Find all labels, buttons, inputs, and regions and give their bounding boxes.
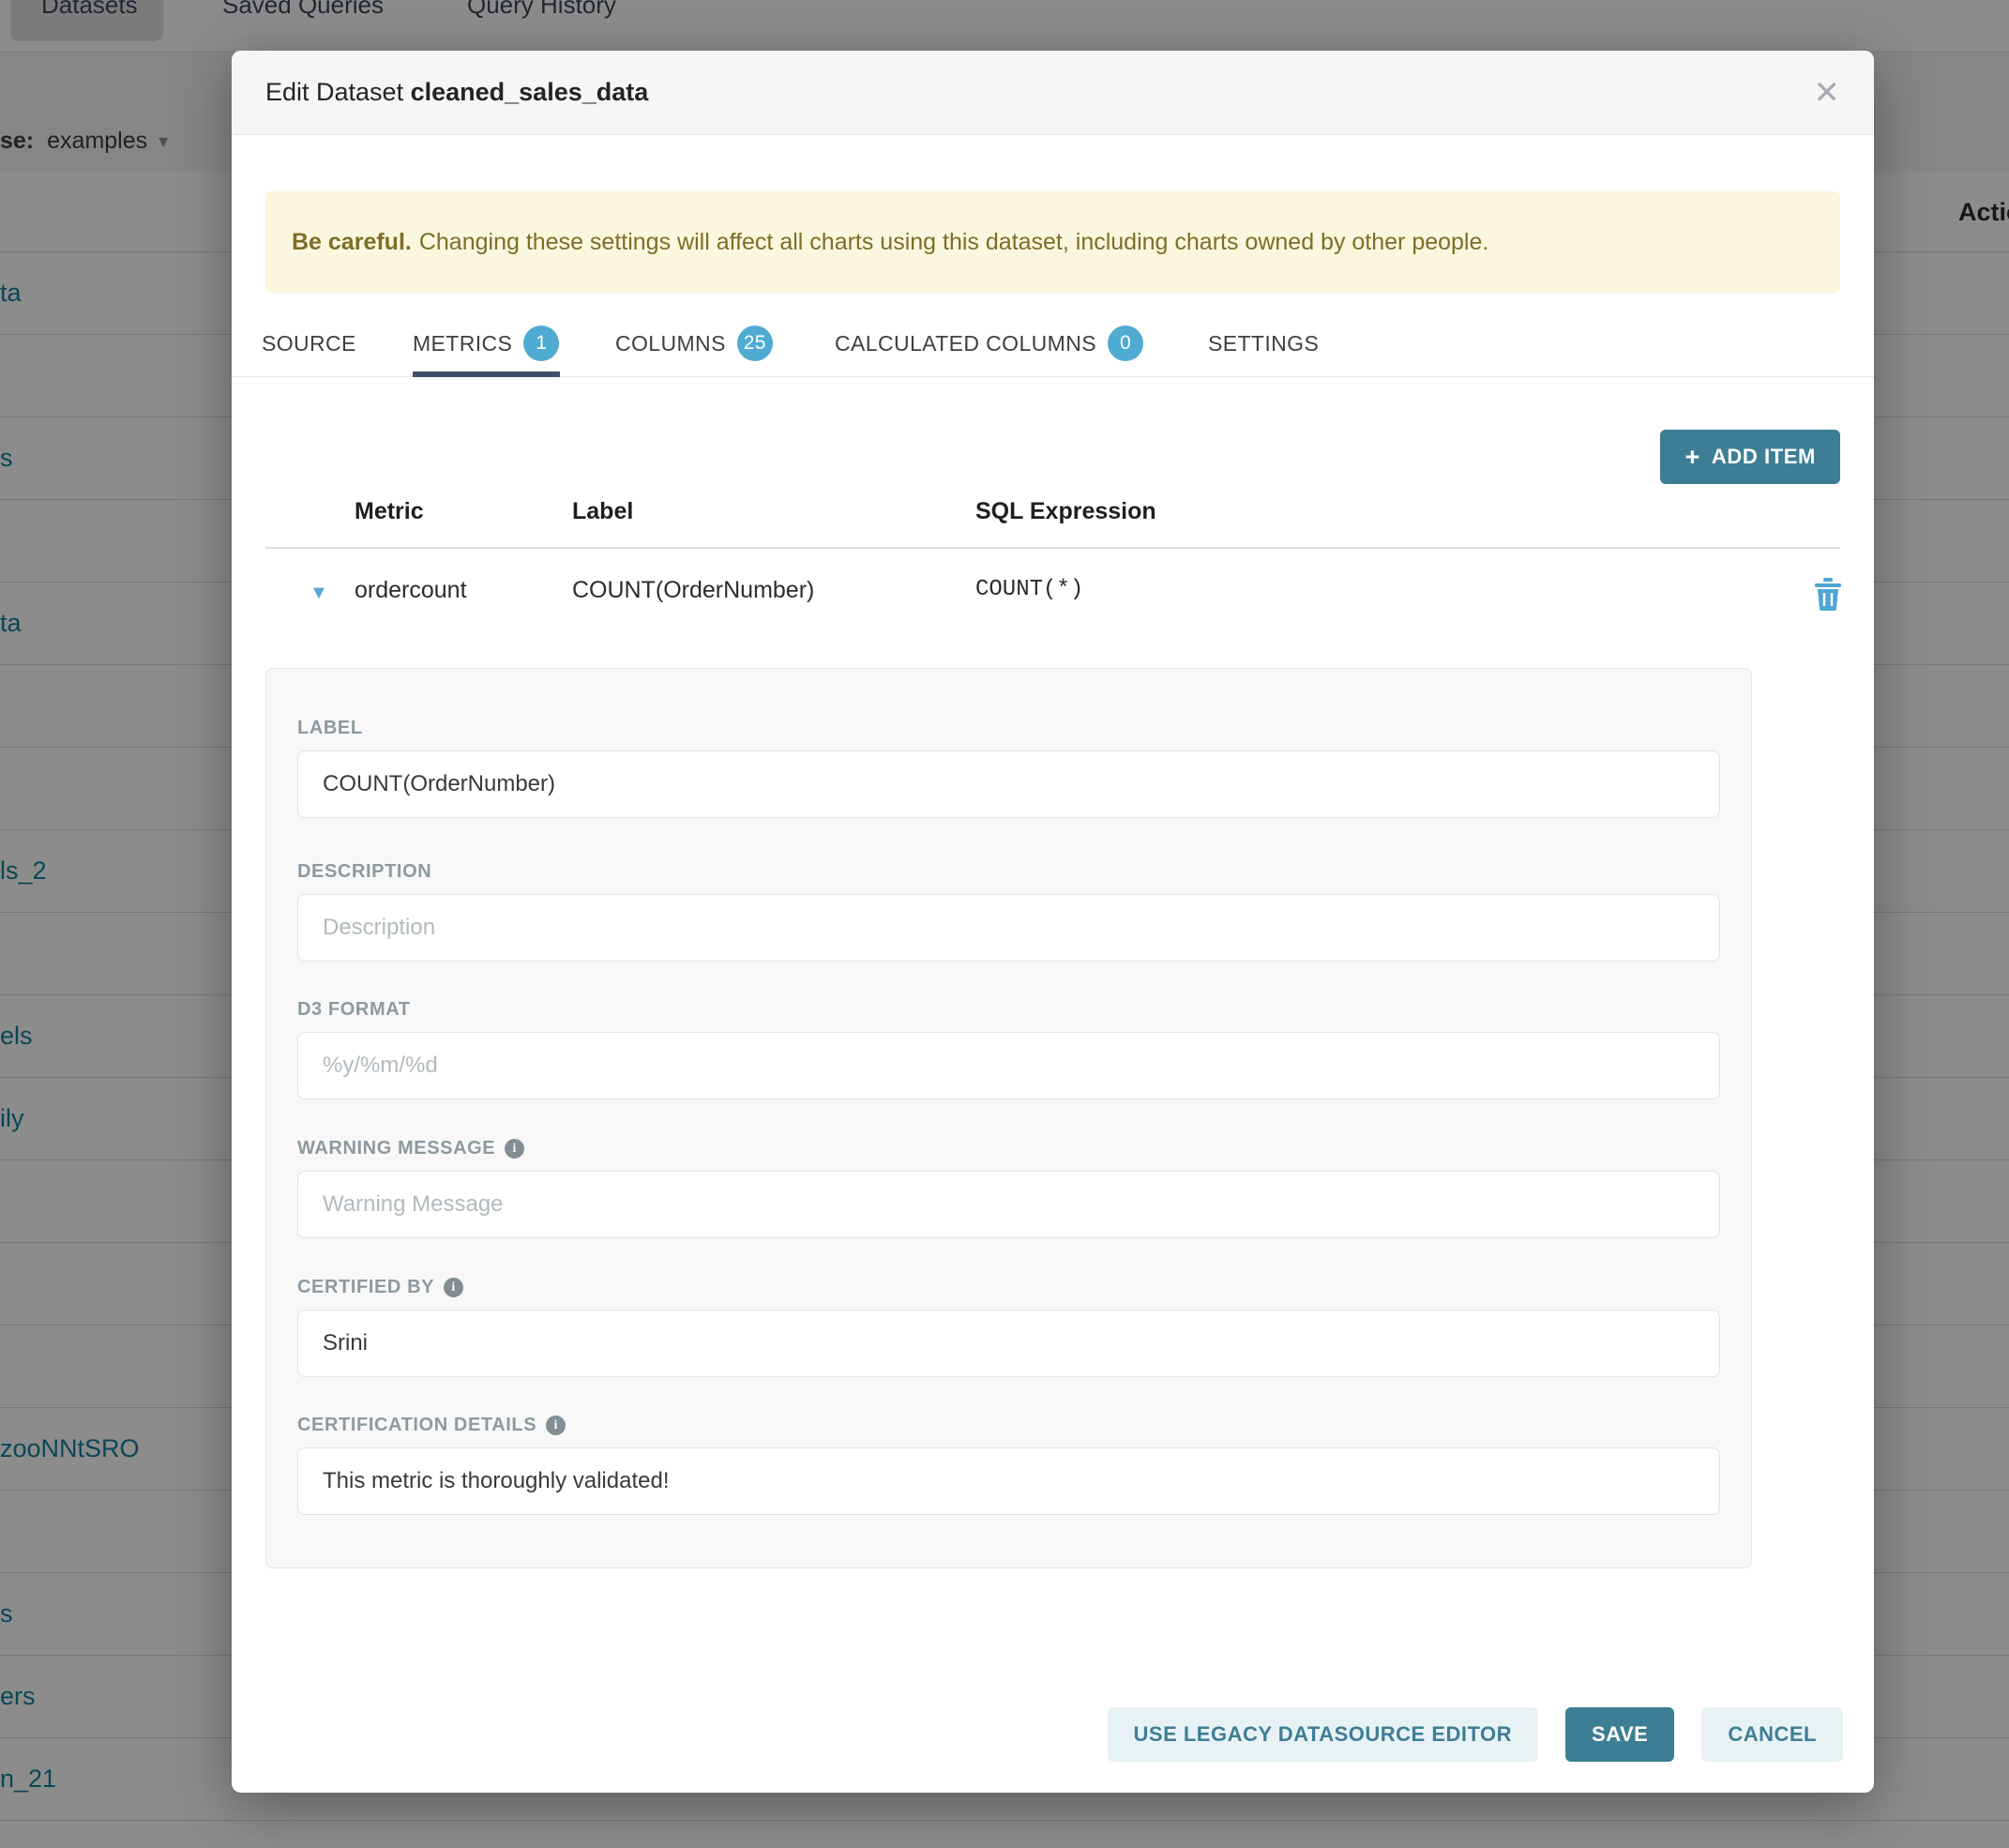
use-legacy-datasource-editor-button[interactable]: USE LEGACY DATASOURCE EDITOR: [1108, 1707, 1539, 1762]
caret-down-icon[interactable]: ▼: [310, 583, 328, 604]
close-icon[interactable]: ✕: [1814, 77, 1841, 109]
datasets-page: Datasets Saved Queries Query History se:…: [0, 0, 2009, 1848]
label-input[interactable]: [297, 750, 1720, 818]
metrics-count-badge: 1: [523, 326, 559, 361]
metrics-table-header: Metric Label SQL Expression: [232, 498, 1874, 536]
save-button[interactable]: SAVE: [1565, 1707, 1674, 1762]
field-description: DESCRIPTION: [297, 861, 1720, 962]
field-warning-message-caption: WARNING MESSAGE: [297, 1138, 495, 1159]
certification-details-input[interactable]: [297, 1447, 1720, 1515]
field-label-caption: LABEL: [297, 718, 363, 739]
trash-icon[interactable]: [1814, 577, 1842, 611]
metric-name-cell: ordercount: [355, 577, 467, 604]
warning-message-input[interactable]: [297, 1171, 1720, 1238]
d3-format-input[interactable]: [297, 1032, 1720, 1099]
modal-tabs: SOURCE METRICS 1 COLUMNS 25 CALCULATED C…: [232, 310, 1874, 377]
tab-settings[interactable]: SETTINGS: [1208, 310, 1319, 377]
field-d3-format-caption: D3 FORMAT: [297, 999, 411, 1021]
modal-header: Edit Dataset cleaned_sales_data ✕: [232, 51, 1874, 135]
columns-count-badge: 25: [737, 326, 773, 361]
modal-footer: USE LEGACY DATASOURCE EDITOR SAVE CANCEL: [1108, 1707, 1843, 1762]
field-d3-format: D3 FORMAT: [297, 999, 1720, 1099]
field-certified-by-caption: CERTIFIED BY: [297, 1277, 434, 1298]
modal-title-prefix: Edit Dataset: [265, 78, 403, 106]
info-icon[interactable]: i: [505, 1139, 524, 1159]
description-input[interactable]: [297, 894, 1720, 962]
warning-banner: Be careful. Changing these settings will…: [265, 191, 1840, 293]
warning-banner-bold: Be careful.: [292, 229, 412, 256]
field-certified-by: CERTIFIED BY i: [297, 1277, 1720, 1377]
column-header-label: Label: [572, 498, 633, 525]
edit-dataset-modal: Edit Dataset cleaned_sales_data ✕ Be car…: [232, 51, 1874, 1793]
cancel-button[interactable]: CANCEL: [1701, 1707, 1843, 1762]
info-icon[interactable]: i: [444, 1278, 463, 1297]
modal-title: Edit Dataset cleaned_sales_data: [265, 78, 648, 107]
table-header-divider: [265, 547, 1840, 549]
metric-label-cell: COUNT(OrderNumber): [572, 577, 814, 604]
tab-metrics[interactable]: METRICS 1: [413, 310, 559, 377]
tab-calculated-columns[interactable]: CALCULATED COLUMNS 0: [835, 310, 1143, 377]
add-item-button[interactable]: + ADD ITEM: [1660, 430, 1840, 484]
tab-columns[interactable]: COLUMNS 25: [615, 310, 773, 377]
field-description-caption: DESCRIPTION: [297, 861, 431, 883]
field-certification-details: CERTIFICATION DETAILS i: [297, 1415, 1720, 1515]
active-tab-underline: [413, 371, 560, 377]
column-header-metric: Metric: [355, 498, 424, 525]
modal-dataset-name: cleaned_sales_data: [411, 78, 649, 106]
metric-sql-cell: COUNT(*): [975, 577, 1083, 602]
field-label: LABEL: [297, 718, 1720, 818]
warning-banner-text: Changing these settings will affect all …: [419, 229, 1489, 256]
plus-icon: +: [1684, 443, 1699, 472]
field-warning-message: WARNING MESSAGE i: [297, 1138, 1720, 1238]
calculated-columns-count-badge: 0: [1108, 326, 1143, 361]
metric-row: ▼ ordercount COUNT(OrderNumber) COUNT(*): [232, 569, 1874, 622]
metric-detail-panel: LABEL DESCRIPTION D3 FORMAT WARNING MESS…: [265, 668, 1752, 1568]
column-header-sql-expression: SQL Expression: [975, 498, 1156, 525]
certified-by-input[interactable]: [297, 1310, 1720, 1377]
tab-source[interactable]: SOURCE: [262, 310, 356, 377]
info-icon[interactable]: i: [546, 1416, 566, 1435]
field-certification-details-caption: CERTIFICATION DETAILS: [297, 1415, 536, 1436]
